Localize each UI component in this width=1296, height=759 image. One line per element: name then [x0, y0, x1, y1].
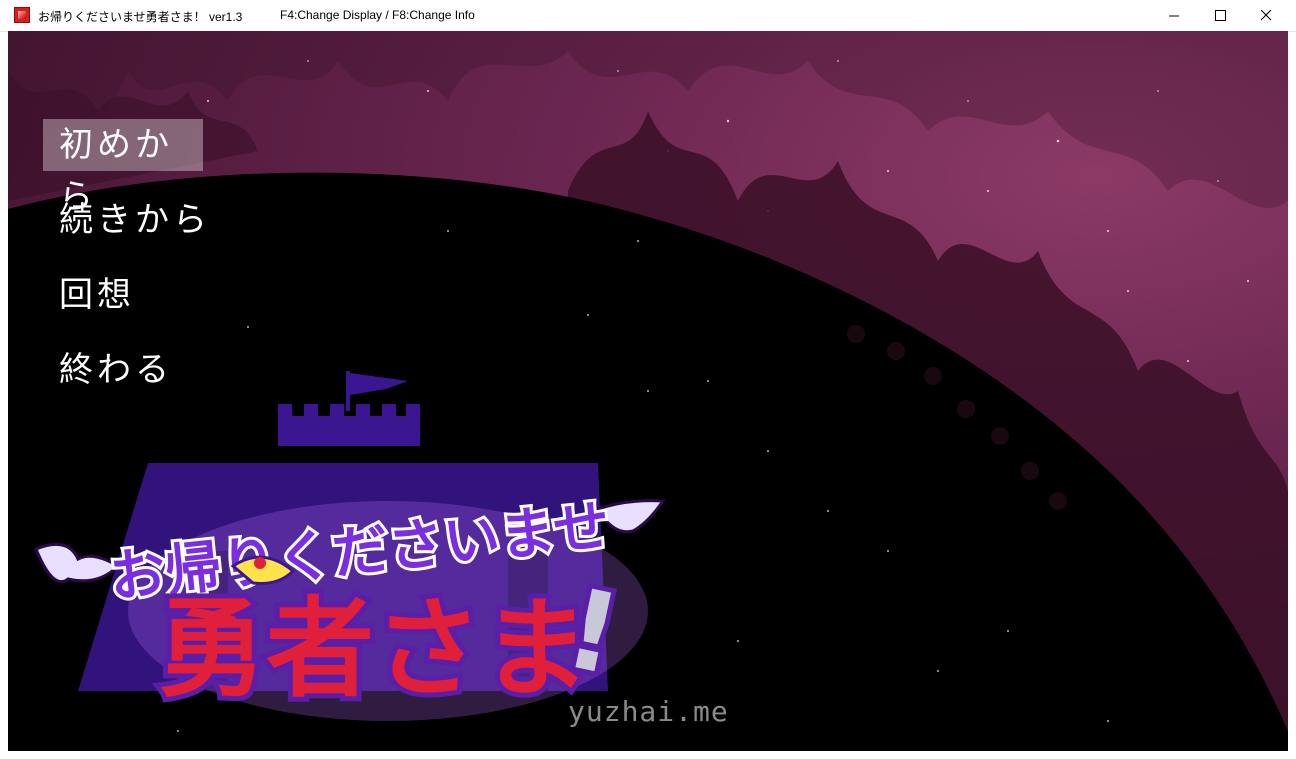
maximize-icon: [1214, 10, 1226, 21]
app-icon: [14, 7, 30, 23]
minimize-icon: [1168, 15, 1179, 17]
close-icon: [1260, 10, 1271, 21]
game-screen[interactable]: お帰りくださいませ 勇者さま ! 初めから 続きから 回想 終わる yuzhai…: [8, 31, 1288, 751]
window-title: お帰りくださいませ勇者さま！ ver1.3: [38, 10, 243, 24]
menu-continue[interactable]: 続きから: [43, 194, 223, 246]
window-titlebar[interactable]: お帰りくださいませ勇者さま！ ver1.3 F4:Change Display …: [0, 0, 1296, 32]
watermark-text: yuzhai.me: [568, 695, 729, 728]
menu-quit[interactable]: 終わる: [43, 344, 223, 396]
title-menu: 初めから 続きから 回想 終わる: [43, 119, 223, 419]
minimize-button[interactable]: [1151, 0, 1197, 31]
maximize-button[interactable]: [1197, 0, 1243, 31]
logo-title: 勇者さま: [158, 587, 590, 712]
close-button[interactable]: [1243, 0, 1289, 31]
window-bottom-border: [0, 751, 1296, 759]
menu-recollection[interactable]: 回想: [43, 269, 223, 321]
menu-new-game[interactable]: 初めから: [43, 119, 203, 217]
window-info-text: F4:Change Display / F8:Change Info: [280, 8, 475, 22]
